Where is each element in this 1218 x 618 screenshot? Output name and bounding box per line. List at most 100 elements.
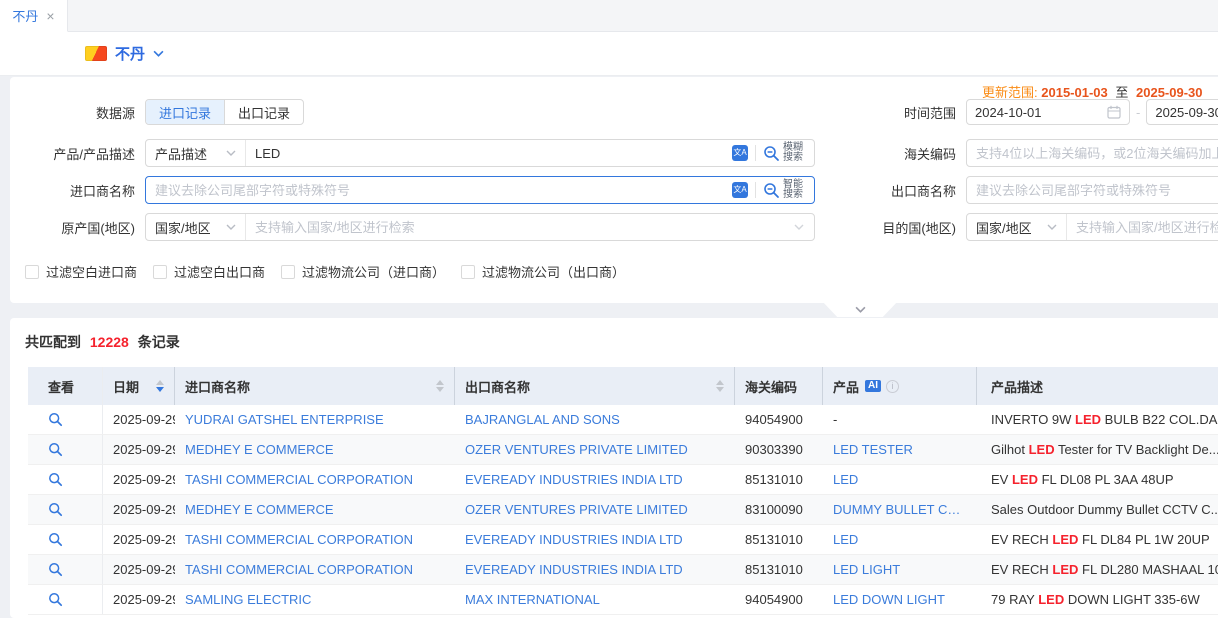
summary-prefix: 共匹配到 <box>25 334 81 350</box>
importer-link[interactable]: YUDRAI GATSHEL ENTERPRISE <box>185 412 384 427</box>
exporter-link[interactable]: MAX INTERNATIONAL <box>465 592 600 607</box>
header-importer[interactable]: 进口商名称 <box>175 367 455 405</box>
checkbox-filter-blank-importer[interactable]: 过滤空白进口商 <box>25 262 137 281</box>
hs-code-cell: 85131010 <box>735 525 823 554</box>
header-exporter[interactable]: 出口商名称 <box>455 367 735 405</box>
view-record-button[interactable] <box>28 465 103 494</box>
hs-code-cell: 83100090 <box>735 495 823 524</box>
product-search-group: 产品描述 文A 模糊搜索 <box>145 139 815 167</box>
date-cell: 2025-09-29 <box>103 495 175 524</box>
tab-export-records[interactable]: 出口记录 <box>224 100 303 124</box>
info-icon[interactable]: i <box>886 380 899 393</box>
importer-cell: MEDHEY E COMMERCE <box>175 435 455 464</box>
checkbox-icon[interactable] <box>153 265 167 279</box>
checkbox-filter-blank-exporter[interactable]: 过滤空白出口商 <box>153 262 265 281</box>
importer-link[interactable]: TASHI COMMERCIAL CORPORATION <box>185 532 413 547</box>
date-cell: 2025-09-29 <box>103 555 175 584</box>
importer-link[interactable]: MEDHEY E COMMERCE <box>185 442 334 457</box>
hs-code-input[interactable] <box>967 140 1218 166</box>
table-body: 2025-09-29 YUDRAI GATSHEL ENTERPRISE BAJ… <box>28 405 1218 615</box>
product-label: 产品/产品描述 <box>10 144 135 163</box>
origin-type-select[interactable]: 国家/地区 <box>146 214 246 240</box>
view-record-button[interactable] <box>28 585 103 614</box>
tab-bhutan[interactable]: 不丹 × <box>0 0 68 32</box>
importer-link[interactable]: MEDHEY E COMMERCE <box>185 502 334 517</box>
date-to-input[interactable] <box>1155 105 1218 120</box>
checkbox-icon[interactable] <box>461 265 475 279</box>
header-product: 产品 AI i <box>823 367 977 405</box>
exporter-link[interactable]: EVEREADY INDUSTRIES INDIA LTD <box>465 562 683 577</box>
product-type-value: 产品描述 <box>155 144 207 163</box>
product-link[interactable]: LED LIGHT <box>833 562 900 577</box>
view-record-button[interactable] <box>28 405 103 434</box>
view-record-button[interactable] <box>28 435 103 464</box>
date-from-field[interactable] <box>966 99 1130 125</box>
translate-icon[interactable]: 文A <box>732 182 748 198</box>
product-link[interactable]: DUMMY BULLET CCTV... <box>833 502 967 517</box>
destination-type-select[interactable]: 国家/地区 <box>967 214 1067 240</box>
checkbox-filter-logistics-importer[interactable]: 过滤物流公司（进口商） <box>281 262 445 281</box>
exporter-input[interactable] <box>967 177 1218 203</box>
product-cell: LED DOWN LIGHT <box>823 585 977 614</box>
hs-code-cell: 94054900 <box>735 405 823 434</box>
view-magnifier-icon <box>48 562 63 577</box>
sort-importer-icon[interactable] <box>428 380 444 392</box>
origin-country-input[interactable] <box>246 214 794 240</box>
date-from-input[interactable] <box>975 105 1101 120</box>
destination-input[interactable] <box>1067 214 1218 240</box>
update-range-start: 2015-01-03 <box>1041 85 1108 100</box>
date-to-field[interactable] <box>1146 99 1218 125</box>
view-record-button[interactable] <box>28 555 103 584</box>
importer-cell: TASHI COMMERCIAL CORPORATION <box>175 465 455 494</box>
country-header: 不丹 <box>0 32 1218 76</box>
calendar-icon <box>1107 105 1121 119</box>
hs-code-field[interactable] <box>966 139 1218 167</box>
view-record-button[interactable] <box>28 525 103 554</box>
product-type-select[interactable]: 产品描述 <box>146 140 246 166</box>
product-link[interactable]: LED <box>833 532 858 547</box>
description-cell: EV LED FL DL08 PL 3AA 48UP <box>977 465 1218 494</box>
exporter-link[interactable]: OZER VENTURES PRIVATE LIMITED <box>465 442 688 457</box>
country-name[interactable]: 不丹 <box>115 43 145 64</box>
tab-bar: 不丹 × <box>0 0 1218 32</box>
importer-link[interactable]: TASHI COMMERCIAL CORPORATION <box>185 472 413 487</box>
header-date[interactable]: 日期 <box>103 367 175 405</box>
checkbox-icon[interactable] <box>25 265 39 279</box>
chevron-down-icon[interactable] <box>153 50 164 57</box>
checkbox-filter-logistics-exporter[interactable]: 过滤物流公司（出口商） <box>461 262 625 281</box>
tab-import-records[interactable]: 进口记录 <box>146 100 224 124</box>
chevron-down-icon <box>1047 224 1057 230</box>
table-header: 查看 日期 进口商名称 出口商名称 海关编码 产品 AI i 产品描述 <box>28 367 1218 405</box>
description-cell: 79 RAY LED DOWN LIGHT 335-6W <box>977 585 1218 614</box>
product-input[interactable] <box>246 140 732 166</box>
importer-cell: TASHI COMMERCIAL CORPORATION <box>175 525 455 554</box>
exporter-link[interactable]: EVEREADY INDUSTRIES INDIA LTD <box>465 532 683 547</box>
exporter-field[interactable] <box>966 176 1218 204</box>
translate-icon[interactable]: 文A <box>732 145 748 161</box>
sort-exporter-icon[interactable] <box>708 380 724 392</box>
product-link[interactable]: - <box>833 412 837 427</box>
results-summary: 共匹配到 12228 条记录 <box>25 332 1218 352</box>
importer-link[interactable]: TASHI COMMERCIAL CORPORATION <box>185 562 413 577</box>
exporter-link[interactable]: BAJRANGLAL AND SONS <box>465 412 620 427</box>
match-count: 12228 <box>90 334 129 350</box>
exporter-link[interactable]: OZER VENTURES PRIVATE LIMITED <box>465 502 688 517</box>
table-row: 2025-09-29 TASHI COMMERCIAL CORPORATION … <box>28 525 1218 555</box>
collapse-panel-button[interactable] <box>822 301 898 317</box>
product-link[interactable]: LED TESTER <box>833 442 913 457</box>
importer-input[interactable] <box>146 177 732 203</box>
sort-date-icon[interactable] <box>148 380 164 392</box>
exporter-link[interactable]: EVEREADY INDUSTRIES INDIA LTD <box>465 472 683 487</box>
product-link[interactable]: LED <box>833 472 858 487</box>
filter-checkboxes: 过滤空白进口商 过滤空白出口商 过滤物流公司（进口商） 过滤物流公司（出口商） <box>25 262 625 281</box>
description-cell: EV RECH LED FL DL280 MASHAAL 10... <box>977 555 1218 584</box>
hs-code-cell: 94054900 <box>735 585 823 614</box>
close-icon[interactable]: × <box>46 9 54 23</box>
checkbox-icon[interactable] <box>281 265 295 279</box>
view-record-button[interactable] <box>28 495 103 524</box>
checkbox-label: 过滤空白进口商 <box>46 262 137 281</box>
description-cell: INVERTO 9W LED BULB B22 COL.DA ... <box>977 405 1218 434</box>
table-row: 2025-09-29 MEDHEY E COMMERCE OZER VENTUR… <box>28 495 1218 525</box>
product-link[interactable]: LED DOWN LIGHT <box>833 592 945 607</box>
importer-link[interactable]: SAMLING ELECTRIC <box>185 592 311 607</box>
